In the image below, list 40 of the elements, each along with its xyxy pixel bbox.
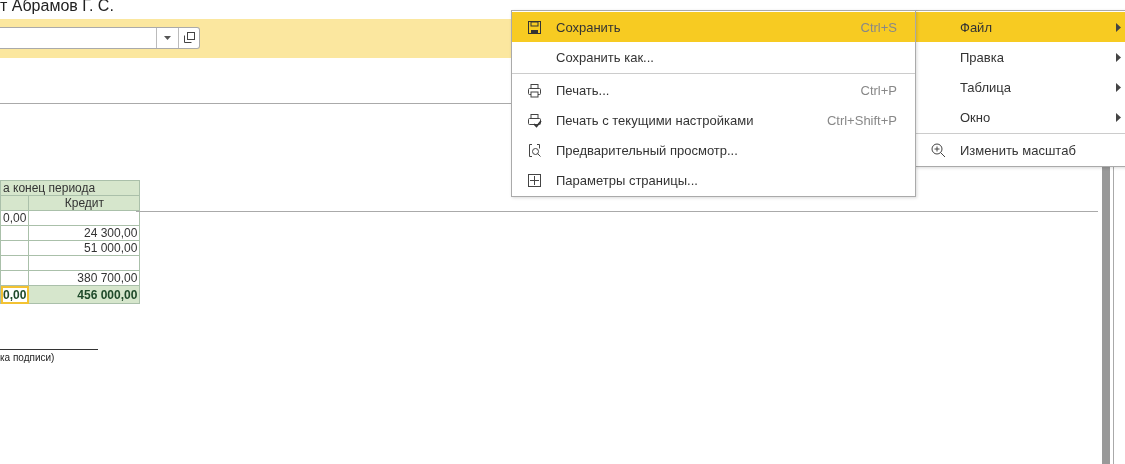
menu-item[interactable]: Печать... Ctrl+P <box>512 75 915 105</box>
shortcut-label: Ctrl+Shift+P <box>826 112 897 128</box>
input-field[interactable] <box>0 26 200 49</box>
table-cell[interactable]: 380 700,00 <box>28 270 140 286</box>
caret-icon <box>164 35 171 40</box>
signature-caption: ка подписи) <box>0 352 56 363</box>
submenu-arrow-icon <box>1116 82 1121 92</box>
menu-item[interactable]: Таблица <box>916 72 1125 102</box>
menu-item[interactable]: Сохранить Ctrl+S <box>512 12 915 42</box>
page-magnifier-icon <box>526 142 542 158</box>
menu-item[interactable]: Предварительный просмотр... <box>512 135 915 165</box>
submenu-arrow-icon <box>1116 22 1121 32</box>
menu-item[interactable]: Окно <box>916 102 1125 132</box>
menu-item[interactable]: Правка <box>916 42 1125 72</box>
table-cell[interactable] <box>0 270 29 286</box>
shortcut-label: Ctrl+S <box>860 19 897 35</box>
submenu-arrow-icon <box>1116 112 1121 122</box>
table-cell[interactable] <box>0 240 29 256</box>
open-window-icon <box>183 32 195 43</box>
shortcut-label: Ctrl+P <box>860 82 897 98</box>
menu-item[interactable]: Печать с текущими настройками Ctrl+Shift+P <box>512 105 915 135</box>
menu-item[interactable]: Файл <box>916 12 1125 42</box>
menu-item[interactable]: Сохранить как... <box>512 42 915 72</box>
table-cell[interactable] <box>0 225 29 241</box>
submenu-arrow-icon <box>1116 52 1121 62</box>
scrollbar[interactable] <box>1102 166 1110 464</box>
menu-item[interactable]: Изменить масштаб <box>916 135 1125 165</box>
menu-item[interactable]: Параметры страницы... <box>512 165 915 195</box>
page-grid-icon <box>526 172 542 188</box>
document-title: т Абрамов Г. С. <box>0 0 115 15</box>
column-group-header: а конец периода <box>0 180 140 196</box>
table-cell[interactable] <box>28 255 140 271</box>
table-cell[interactable] <box>28 210 140 226</box>
table-cell[interactable]: 24 300,00 <box>28 225 140 241</box>
printer-icon <box>526 82 542 98</box>
table-cell[interactable] <box>0 255 29 271</box>
zoom-in-icon <box>930 142 946 158</box>
table-cell[interactable]: 51 000,00 <box>28 240 140 256</box>
printer-check-icon <box>526 112 542 128</box>
table-cell[interactable]: 0,00 <box>0 210 29 226</box>
